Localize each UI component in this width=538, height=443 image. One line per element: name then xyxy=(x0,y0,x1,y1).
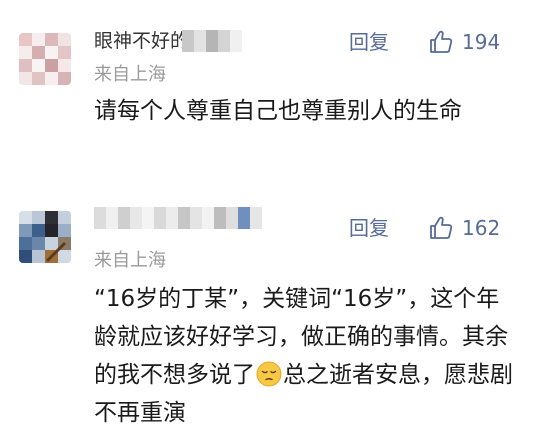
like-button[interactable]: 194 xyxy=(428,29,500,55)
comment-text: “16岁的丁某”，关键词“16岁”，这个年龄就应该好好学习，做正确的事情。其余的… xyxy=(94,280,514,432)
thumbs-up-icon xyxy=(430,30,453,53)
username[interactable]: 眼神不好的猪 xyxy=(94,30,244,52)
username-mosaic xyxy=(182,30,242,52)
comment-item: 来自上海 回复 162 “16岁的丁某”，关键词“16岁”，这个年龄就应该好好学… xyxy=(0,190,538,443)
reply-button[interactable]: 回复 xyxy=(349,216,389,240)
comment-text: 请每个人尊重自己也尊重别人的生命 xyxy=(94,98,462,124)
avatar[interactable] xyxy=(19,211,71,263)
avatar-image xyxy=(19,33,71,85)
location-label: 来自上海 xyxy=(94,250,166,271)
comment-item: 眼神不好的猪 来自上海 回复 194 请每个人尊重自己也尊重别人的生命 xyxy=(0,0,538,190)
location-label: 来自上海 xyxy=(94,64,166,85)
like-button[interactable]: 162 xyxy=(428,215,500,241)
pensive-face-emoji xyxy=(256,361,282,387)
thumbs-up-icon xyxy=(430,216,453,239)
username-mosaic xyxy=(94,207,262,229)
avatar[interactable] xyxy=(19,33,71,85)
reply-button[interactable]: 回复 xyxy=(349,30,389,54)
like-count: 194 xyxy=(462,30,501,54)
avatar-image xyxy=(19,211,71,263)
username[interactable] xyxy=(94,207,279,229)
like-count: 162 xyxy=(462,216,501,240)
